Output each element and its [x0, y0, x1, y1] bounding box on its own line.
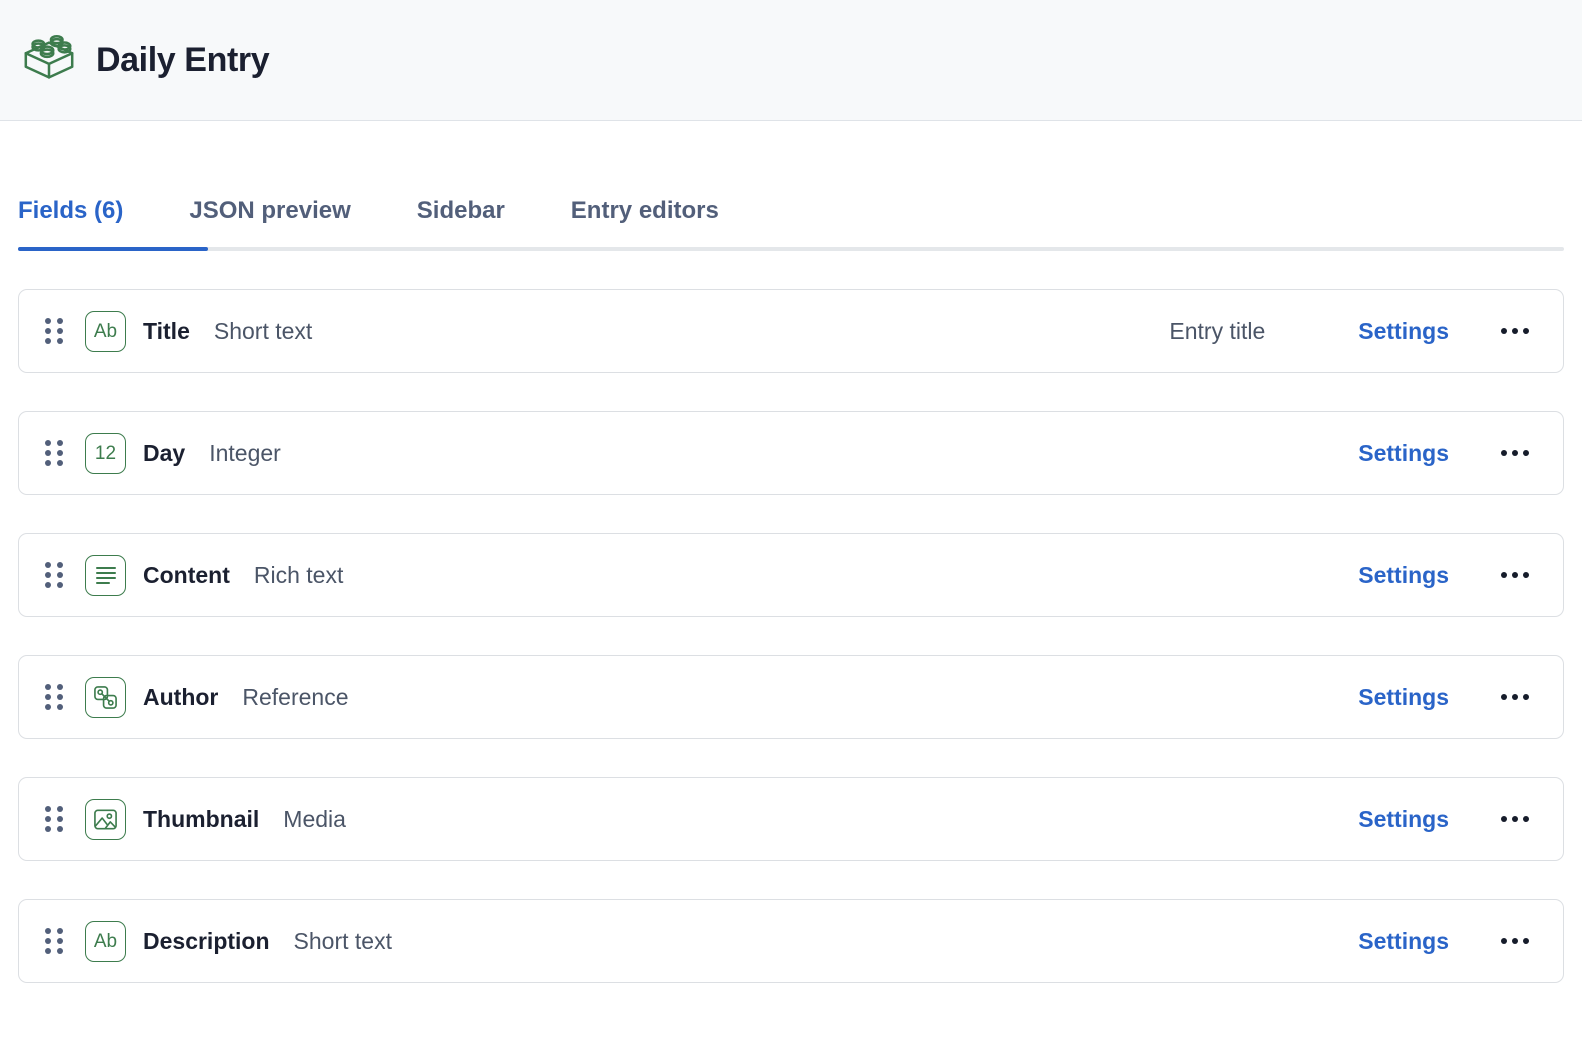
field-type: Integer [209, 439, 281, 466]
field-name: Day [143, 439, 186, 466]
field-row-thumbnail[interactable]: Thumbnail Media Settings [18, 777, 1564, 861]
drag-handle-icon[interactable] [45, 440, 63, 466]
field-name: Description [143, 927, 270, 954]
drag-handle-icon[interactable] [45, 928, 63, 954]
field-type: Media [283, 805, 346, 832]
settings-button[interactable]: Settings [1358, 318, 1449, 345]
field-row-title[interactable]: Ab Title Short text Entry title Settings [18, 289, 1564, 373]
field-name: Thumbnail [143, 805, 260, 832]
drag-handle-icon[interactable] [45, 318, 63, 344]
field-row-description[interactable]: Ab Description Short text Settings [18, 899, 1564, 983]
settings-button[interactable]: Settings [1358, 684, 1449, 711]
reference-icon [85, 676, 126, 718]
short-text-icon-glyph: Ab [93, 930, 118, 952]
field-name: Content [143, 561, 230, 588]
rich-text-icon [85, 554, 126, 596]
field-type: Reference [242, 683, 349, 710]
field-row-day[interactable]: 12 Day Integer Settings [18, 411, 1564, 495]
field-row-author[interactable]: Author Reference Settings [18, 655, 1564, 739]
field-name: Author [143, 683, 219, 710]
fields-list: Ab Title Short text Entry title Settings… [0, 289, 1582, 983]
drag-handle-icon[interactable] [45, 684, 63, 710]
tab-json-preview[interactable]: JSON preview [156, 197, 383, 247]
settings-button[interactable]: Settings [1358, 806, 1449, 833]
entry-title-badge: Entry title [1169, 317, 1266, 344]
tab-entry-editors[interactable]: Entry editors [538, 197, 752, 247]
tabs-section: Fields (6) JSON preview Sidebar Entry ed… [0, 197, 1582, 251]
active-tab-indicator [18, 247, 208, 251]
drag-handle-icon[interactable] [45, 806, 63, 832]
media-icon [85, 798, 126, 840]
field-row-content[interactable]: Content Rich text Settings [18, 533, 1564, 617]
more-options-icon[interactable] [1489, 799, 1541, 839]
short-text-icon: Ab [85, 310, 126, 352]
more-options-icon[interactable] [1489, 677, 1541, 717]
app-header: Daily Entry [0, 0, 1582, 121]
tab-sidebar[interactable]: Sidebar [384, 197, 538, 247]
drag-handle-icon[interactable] [45, 562, 63, 588]
integer-icon: 12 [85, 432, 126, 474]
tab-list: Fields (6) JSON preview Sidebar Entry ed… [18, 197, 1564, 247]
more-options-icon[interactable] [1489, 921, 1541, 961]
brick-icon [20, 31, 78, 89]
more-options-icon[interactable] [1489, 555, 1541, 595]
page-title: Daily Entry [96, 40, 270, 79]
field-type: Short text [293, 927, 392, 954]
integer-icon-glyph: 12 [94, 442, 117, 464]
settings-button[interactable]: Settings [1358, 440, 1449, 467]
short-text-icon-glyph: Ab [93, 320, 118, 342]
field-type: Short text [213, 317, 313, 344]
tabs-underline [18, 247, 1564, 251]
settings-button[interactable]: Settings [1358, 928, 1449, 955]
settings-button[interactable]: Settings [1358, 562, 1449, 589]
short-text-icon: Ab [85, 920, 126, 962]
more-options-icon[interactable] [1489, 433, 1541, 473]
more-options-icon[interactable] [1489, 311, 1541, 351]
field-type: Rich text [253, 561, 344, 588]
field-name: Title [143, 317, 190, 344]
tab-fields[interactable]: Fields (6) [18, 197, 156, 247]
